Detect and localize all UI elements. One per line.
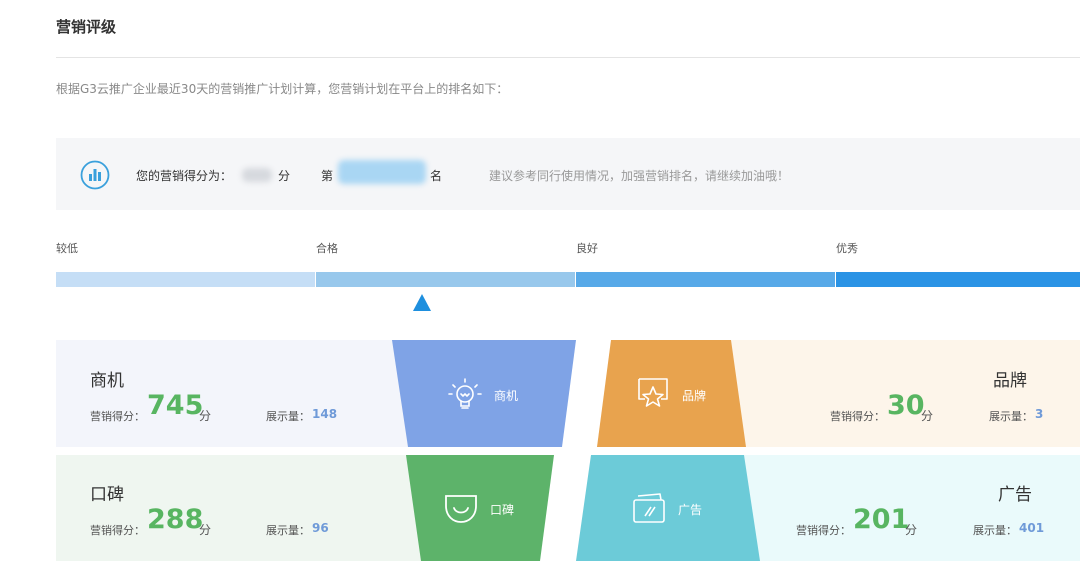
opportunity-impressions-value: 148 bbox=[312, 407, 338, 421]
smile-shield-icon bbox=[445, 495, 477, 523]
opportunity-score-unit: 分 bbox=[199, 409, 212, 423]
opportunity-score-label: 营销得分： bbox=[90, 410, 145, 423]
ads-score-unit: 分 bbox=[905, 523, 918, 537]
ads-impressions-value: 401 bbox=[1019, 521, 1045, 535]
tab-ads[interactable] bbox=[576, 455, 760, 561]
brand-score-value: 30 bbox=[887, 390, 925, 421]
brand-score-unit: 分 bbox=[921, 409, 934, 423]
reputation-score-unit: 分 bbox=[199, 523, 212, 537]
ads-score-label: 营销得分： bbox=[796, 524, 851, 537]
ad-cards-icon bbox=[633, 493, 665, 523]
star-badge-icon bbox=[638, 378, 668, 407]
reputation-impressions-label: 展示量： bbox=[266, 524, 310, 537]
tab-reputation-label: 口碑 bbox=[490, 503, 515, 517]
brand-score-label: 营销得分： bbox=[830, 410, 885, 423]
reputation-impressions-value: 96 bbox=[312, 521, 329, 535]
tab-reputation[interactable] bbox=[406, 455, 554, 561]
opportunity-score-value: 745 bbox=[147, 390, 204, 421]
opportunity-impressions-label: 展示量： bbox=[266, 410, 310, 423]
ads-impressions-label: 展示量： bbox=[973, 524, 1017, 537]
reputation-score-label: 营销得分： bbox=[90, 524, 145, 537]
reputation-title: 口碑 bbox=[90, 485, 124, 505]
ads-title: 广告 bbox=[998, 485, 1032, 505]
lightbulb-icon bbox=[448, 378, 482, 409]
ads-score-value: 201 bbox=[853, 504, 910, 535]
tab-opportunity[interactable] bbox=[392, 340, 576, 447]
tab-brand-label: 品牌 bbox=[682, 389, 707, 403]
opportunity-title: 商机 bbox=[90, 371, 124, 391]
reputation-score-value: 288 bbox=[147, 504, 204, 535]
brand-title: 品牌 bbox=[993, 371, 1027, 391]
brand-impressions-label: 展示量： bbox=[989, 410, 1033, 423]
card-tabs-layer bbox=[392, 340, 760, 561]
tab-ads-label: 广告 bbox=[678, 503, 703, 517]
tab-opportunity-label: 商机 bbox=[494, 389, 519, 403]
brand-impressions-value: 3 bbox=[1035, 407, 1044, 421]
